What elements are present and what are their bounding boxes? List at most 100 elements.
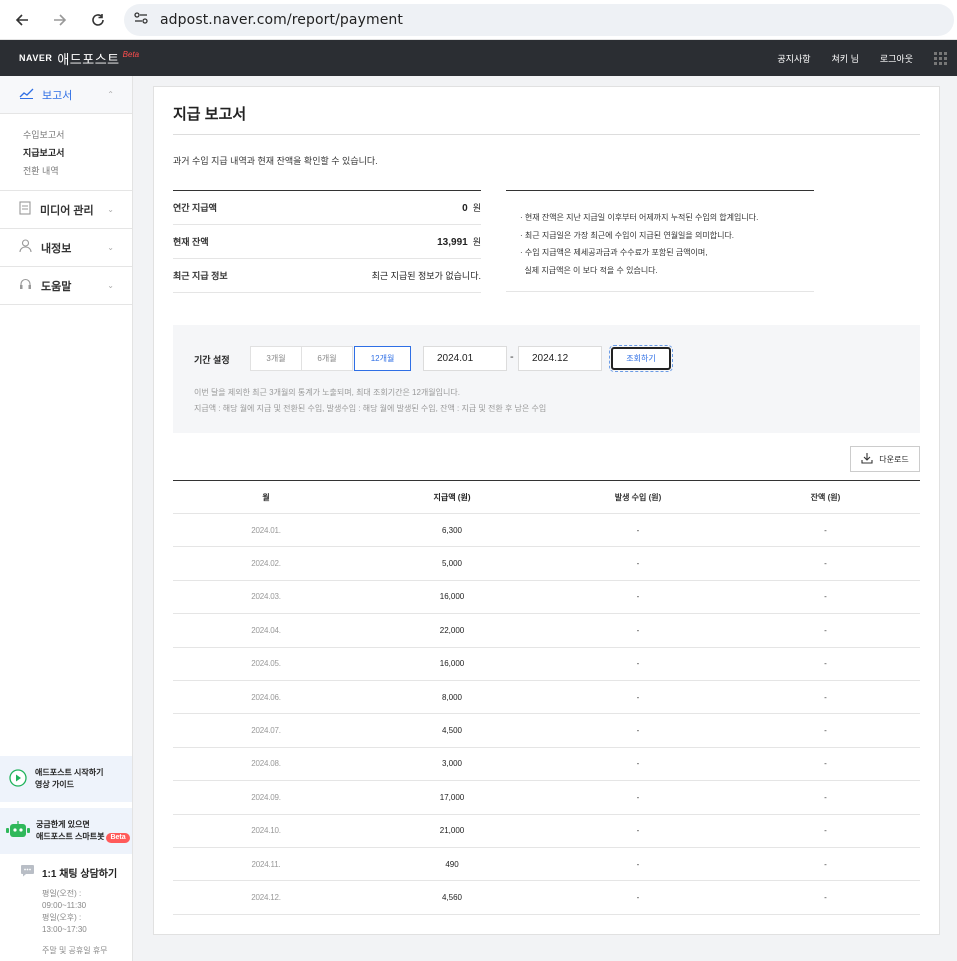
- balance-cell: -: [824, 525, 827, 535]
- address-bar[interactable]: adpost.naver.com/report/payment: [124, 3, 954, 36]
- balance-cell: -: [824, 559, 827, 569]
- balance-cell: -: [824, 726, 827, 736]
- video-guide-banner[interactable]: 애드포스트 시작하기 영상 가이드: [0, 756, 132, 802]
- bot-line-2: 애드포스트 스마트봇: [36, 832, 105, 841]
- user-name-link[interactable]: 쳐키 님: [832, 52, 859, 65]
- submenu-payment-report[interactable]: 지급보고서: [23, 144, 132, 162]
- table-row: 2024.12. 4,560 - -: [173, 881, 920, 915]
- balance-cell: -: [824, 859, 827, 869]
- smartbot-banner[interactable]: 궁금한게 있으면 애드포스트 스마트봇 Beta: [0, 808, 132, 854]
- period-6m-button[interactable]: 6개월: [301, 346, 353, 371]
- submenu-income-report[interactable]: 수입보고서: [23, 126, 132, 144]
- table-row: 2024.02. 5,000 - -: [173, 547, 920, 581]
- income-cell: -: [636, 525, 640, 535]
- balance-row: 현재 잔액 13,991 원: [173, 225, 481, 259]
- month-cell: 2024.09.: [251, 792, 281, 802]
- payment-cell: 4,500: [441, 726, 463, 736]
- app-grid-icon[interactable]: [934, 51, 947, 65]
- month-cell: 2024.04.: [251, 625, 281, 635]
- month-cell: 2024.01.: [251, 525, 281, 535]
- balance-cell: -: [824, 759, 827, 769]
- income-cell: -: [636, 659, 640, 669]
- month-cell: 2024.08.: [251, 759, 281, 769]
- balance-cell: -: [824, 659, 827, 669]
- filter-note-2: 지급액 : 해당 월에 지급 및 전환된 수입, 발생수입 : 해당 월에 발생…: [194, 404, 547, 413]
- income-cell: -: [636, 625, 640, 635]
- start-date-input[interactable]: 2024.01: [423, 346, 507, 371]
- payment-table: 월 지급액 (원) 발생 수입 (원) 잔액 (원) 2024.01. 6,300…: [173, 480, 920, 915]
- balance-cell: -: [824, 625, 827, 635]
- payment-cell: 3,000: [441, 759, 463, 769]
- info-notes: · 현재 잔액은 지난 지급일 이후부터 어제까지 누적된 수입의 합계입니다.…: [506, 190, 814, 292]
- payment-cell: 5,000: [441, 559, 463, 569]
- unit-label: 원: [472, 203, 481, 213]
- recent-payment-row: 최근 지급 정보 최근 지급된 정보가 없습니다.: [173, 259, 481, 293]
- bot-line-1: 궁금한게 있으면: [36, 820, 90, 829]
- submenu-conversion[interactable]: 전환 내역: [23, 162, 132, 180]
- user-icon: [19, 239, 32, 256]
- chat-hours-line: 13:00~17:30: [42, 925, 87, 934]
- period-3m-button[interactable]: 3개월: [250, 346, 302, 371]
- back-icon[interactable]: [12, 10, 32, 30]
- notice-link[interactable]: 공지사항: [777, 52, 810, 65]
- sidebar-item-help[interactable]: 도움말 ⌄: [0, 267, 132, 305]
- reload-icon[interactable]: [88, 10, 108, 30]
- site-settings-icon[interactable]: [134, 12, 148, 27]
- month-cell: 2024.05.: [251, 659, 281, 669]
- chat-consult-link[interactable]: 1:1 채팅 상담하기: [20, 864, 130, 880]
- sidebar-item-report[interactable]: 보고서 ⌃: [0, 76, 132, 114]
- divider: [173, 134, 920, 135]
- site-header: NAVER 애드포스트 Beta 공지사항 쳐키 님 로그아웃: [0, 40, 957, 76]
- sidebar-item-label: 보고서: [42, 89, 73, 102]
- url-text[interactable]: adpost.naver.com/report/payment: [160, 12, 403, 28]
- page-title: 지급 보고서: [173, 106, 247, 123]
- table-row: 2024.06. 8,000 - -: [173, 681, 920, 715]
- search-button[interactable]: 조회하기: [609, 345, 673, 372]
- table-row: 2024.05. 16,000 - -: [173, 648, 920, 681]
- income-cell: -: [636, 726, 640, 736]
- beta-mark: Beta: [122, 49, 140, 59]
- naver-logo[interactable]: NAVER: [19, 53, 52, 63]
- balance-cell: -: [824, 692, 827, 702]
- income-cell: -: [636, 892, 640, 902]
- column-header: 발생 수입 (원): [614, 492, 662, 502]
- logout-link[interactable]: 로그아웃: [880, 52, 913, 65]
- column-header: 지급액 (원): [433, 492, 471, 502]
- column-header: 잔액 (원): [810, 492, 841, 502]
- forward-icon[interactable]: [50, 10, 70, 30]
- robot-icon: [6, 820, 30, 842]
- month-cell: 2024.07.: [251, 726, 281, 736]
- month-cell: 2024.03.: [251, 592, 281, 602]
- chat-hours-line: 평일(오후) :: [42, 913, 82, 922]
- note-line: · 수입 지급액은 제세공과금과 수수료가 포함된 금액이며,: [520, 248, 708, 257]
- period-label: 기간 설정: [194, 355, 230, 365]
- payment-cell: 4,560: [441, 892, 463, 902]
- annual-payment-label: 연간 지급액: [173, 203, 217, 213]
- download-icon: [861, 452, 873, 466]
- recent-payment-label: 최근 지급 정보: [173, 271, 228, 281]
- chat-bubble-icon: [20, 864, 35, 880]
- period-12m-button[interactable]: 12개월: [354, 346, 411, 371]
- sidebar-item-label: 내정보: [41, 242, 72, 255]
- unit-label: 원: [472, 237, 481, 247]
- note-line: · 최근 지급일은 가장 최근에 수입이 지급된 연월일을 의미합니다.: [520, 230, 735, 240]
- download-button[interactable]: 다운로드: [850, 446, 920, 472]
- guide-line-1: 애드포스트 시작하기: [35, 768, 104, 777]
- income-cell: -: [636, 826, 640, 836]
- income-cell: -: [636, 759, 640, 769]
- sidebar-item-media[interactable]: 미디어 관리 ⌄: [0, 191, 132, 229]
- chat-title: 1:1 채팅 상담하기: [42, 868, 118, 880]
- month-cell: 2024.02.: [251, 559, 281, 569]
- end-date-input[interactable]: 2024.12: [518, 346, 602, 371]
- balance-cell: -: [824, 792, 827, 802]
- document-icon: [19, 201, 31, 218]
- note-line: · 현재 잔액은 지난 지급일 이후부터 어제까지 누적된 수입의 합계입니다.: [520, 213, 759, 222]
- table-row: 2024.10. 21,000 - -: [173, 815, 920, 848]
- adpost-logo[interactable]: 애드포스트: [57, 49, 119, 68]
- income-cell: -: [636, 559, 640, 569]
- month-cell: 2024.10.: [251, 826, 281, 836]
- sidebar-item-myinfo[interactable]: 내정보 ⌄: [0, 229, 132, 267]
- annual-payment-value: 0: [462, 203, 468, 214]
- table-row: 2024.07. 4,500 - -: [173, 714, 920, 748]
- income-cell: -: [636, 692, 640, 702]
